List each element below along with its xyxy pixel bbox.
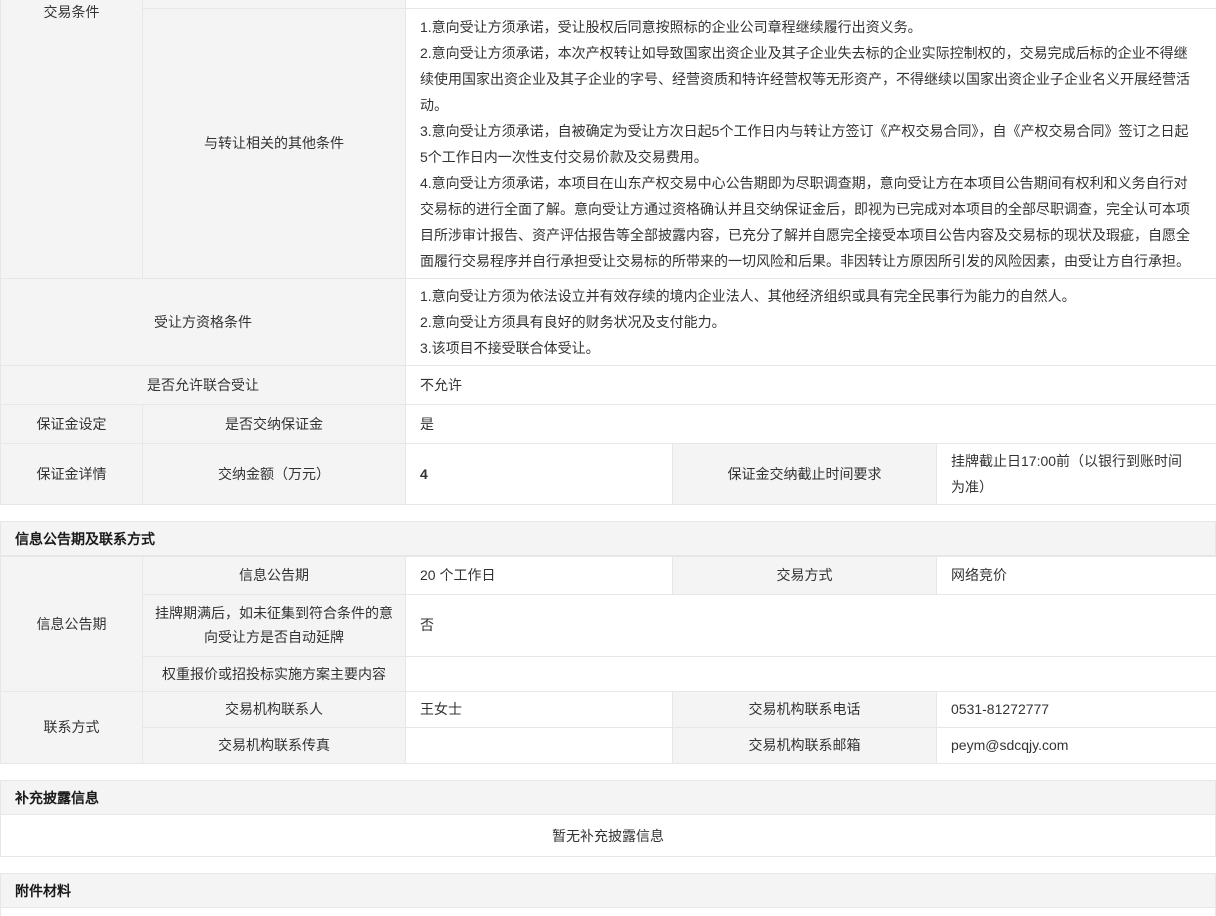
joint-transfer-value: 不允许: [406, 365, 1216, 404]
joint-transfer-label: 是否允许联合受让: [1, 365, 406, 404]
contact-fax-label: 交易机构联系传真: [143, 727, 406, 763]
deposit-setting-value: 是: [406, 404, 1216, 443]
weight-plan-row: 权重报价或招投标实施方案主要内容: [1, 656, 1216, 691]
condition-clause: 4.意向受让方须承诺，本项目在山东产权交易中心公告期即为尽职调查期，意向受让方在…: [420, 170, 1191, 274]
partial-label-cell: [143, 0, 406, 8]
qualification-item: 2.意向受让方须具有良好的财务状况及支付能力。: [420, 309, 1191, 335]
partial-value-cell: [406, 0, 1216, 8]
auto-extension-row: 挂牌期满后，如未征集到符合条件的意向受让方是否自动延牌 否: [1, 594, 1216, 656]
contact-person-row: 联系方式 交易机构联系人 王女士 交易机构联系电话 0531-81272777: [1, 691, 1216, 727]
supplementary-section-title: 补充披露信息: [0, 780, 1216, 815]
announcement-period-row: 信息公告期 信息公告期 20 个工作日 交易方式 网络竞价: [1, 556, 1216, 594]
joint-transfer-row: 是否允许联合受让 不允许: [1, 365, 1216, 404]
deposit-detail-row: 保证金详情 交纳金额（万元） 4 保证金交纳截止时间要求 挂牌截止日17:00前…: [1, 443, 1216, 504]
contact-person-label: 交易机构联系人: [143, 691, 406, 727]
condition-clause: 2.意向受让方须承诺，本次产权转让如导致国家出资企业及其子企业失去标的企业实际控…: [420, 40, 1191, 118]
attachments-section-title: 附件材料: [0, 873, 1216, 908]
auto-extension-value: 否: [406, 594, 1216, 656]
weight-plan-label: 权重报价或招投标实施方案主要内容: [143, 656, 406, 691]
announcement-section: 信息公告期及联系方式 信息公告期 信息公告期 20 个工作日 交易方式 网络竞价…: [0, 521, 1216, 764]
qualification-row: 受让方资格条件 1.意向受让方须为依法设立并有效存续的境内企业法人、其他经济组织…: [1, 278, 1216, 365]
contact-email-value: peym@sdcqjy.com: [937, 727, 1216, 763]
deposit-setting-label: 是否交纳保证金: [143, 404, 406, 443]
attachments-section: 附件材料 提示：项目无相关材料。: [0, 873, 1216, 916]
other-conditions-label: 与转让相关的其他条件: [143, 8, 406, 278]
contact-person-value: 王女士: [406, 691, 673, 727]
qualification-item: 3.该项目不接受联合体受让。: [420, 335, 1191, 361]
announcement-section-title: 信息公告期及联系方式: [0, 521, 1216, 556]
listing-detail-page: 交易条件 与转让相关的其他条件 1.意向受让方须承诺，受让股权后同意按照标的企业…: [0, 0, 1216, 916]
row-group-deposit-detail: 保证金详情: [1, 443, 143, 504]
supplementary-empty-text: 暂无补充披露信息: [0, 815, 1216, 857]
other-conditions-value: 1.意向受让方须承诺，受让股权后同意按照标的企业公司章程继续履行出资义务。 2.…: [406, 8, 1216, 278]
deposit-amount-label: 交纳金额（万元）: [143, 443, 406, 504]
announcement-table: 信息公告期 信息公告期 20 个工作日 交易方式 网络竞价 挂牌期满后，如未征集…: [0, 556, 1216, 764]
row-group-contact: 联系方式: [1, 691, 143, 763]
deposit-amount-value: 4: [406, 443, 673, 504]
condition-clause: 3.意向受让方须承诺，自被确定为受让方次日起5个工作日内与转让方签订《产权交易合…: [420, 118, 1191, 170]
announcement-period-label: 信息公告期: [143, 556, 406, 594]
contact-phone-label: 交易机构联系电话: [673, 691, 937, 727]
qualification-value: 1.意向受让方须为依法设立并有效存续的境内企业法人、其他经济组织或具有完全民事行…: [406, 278, 1216, 365]
other-conditions-row: 与转让相关的其他条件 1.意向受让方须承诺，受让股权后同意按照标的企业公司章程继…: [1, 8, 1216, 278]
attachments-hint-text: 提示：项目无相关材料。: [0, 908, 1216, 916]
qualification-item: 1.意向受让方须为依法设立并有效存续的境内企业法人、其他经济组织或具有完全民事行…: [420, 283, 1191, 309]
trade-method-value: 网络竞价: [937, 556, 1216, 594]
auto-extension-label: 挂牌期满后，如未征集到符合条件的意向受让方是否自动延牌: [143, 594, 406, 656]
contact-phone-value: 0531-81272777: [937, 691, 1216, 727]
deposit-deadline-value: 挂牌截止日17:00前（以银行到账时间为准）: [937, 443, 1216, 504]
deposit-deadline-label: 保证金交纳截止时间要求: [673, 443, 937, 504]
deposit-setting-row: 保证金设定 是否交纳保证金 是: [1, 404, 1216, 443]
trade-method-label: 交易方式: [673, 556, 937, 594]
row-group-announcement-period: 信息公告期: [1, 556, 143, 691]
contact-fax-value: [406, 727, 673, 763]
contact-email-label: 交易机构联系邮箱: [673, 727, 937, 763]
qualification-label: 受让方资格条件: [1, 278, 406, 365]
contact-fax-row: 交易机构联系传真 交易机构联系邮箱 peym@sdcqjy.com: [1, 727, 1216, 763]
row-group-deposit-setting: 保证金设定: [1, 404, 143, 443]
supplementary-section: 补充披露信息 暂无补充披露信息: [0, 780, 1216, 857]
condition-clause: 1.意向受让方须承诺，受让股权后同意按照标的企业公司章程继续履行出资义务。: [420, 14, 1191, 40]
trade-conditions-group-label: 交易条件: [44, 4, 100, 20]
partial-top-row: 交易条件: [1, 0, 1216, 8]
weight-plan-value: [406, 656, 1216, 691]
row-group-trade-conditions: 交易条件: [1, 0, 143, 278]
trade-conditions-table: 交易条件 与转让相关的其他条件 1.意向受让方须承诺，受让股权后同意按照标的企业…: [0, 0, 1216, 505]
announcement-period-value: 20 个工作日: [406, 556, 673, 594]
